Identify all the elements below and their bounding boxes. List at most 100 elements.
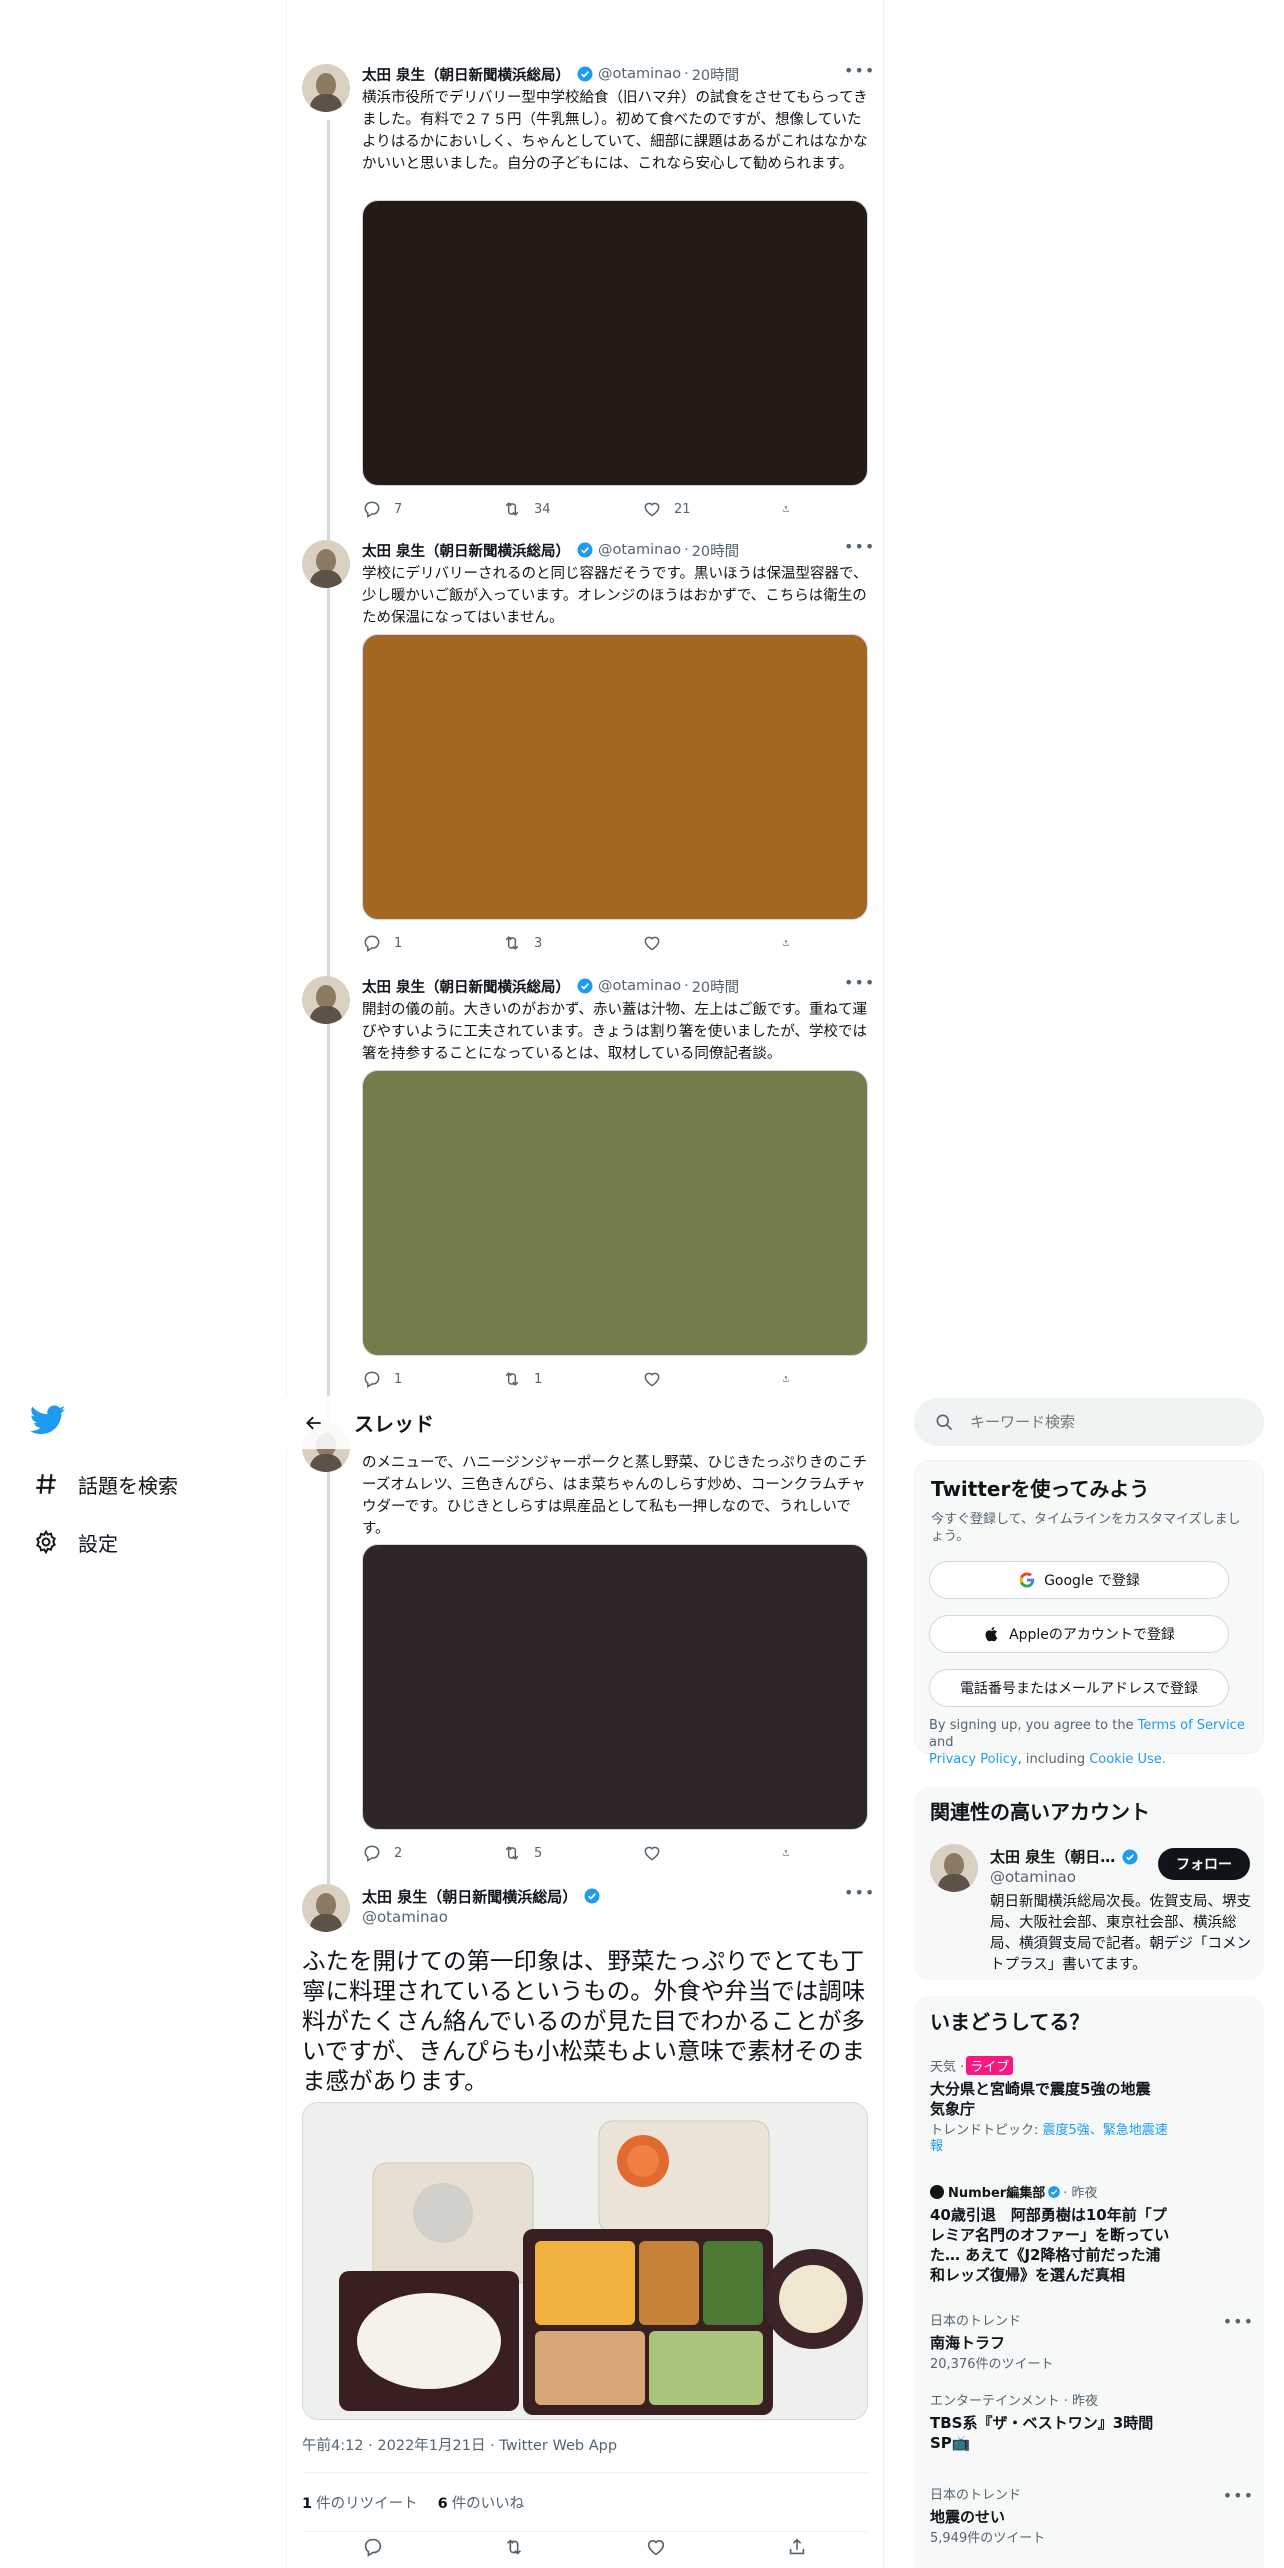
tweet-text: 開封の儀の前。大きいのがおかず、赤い蓋は汁物、左上はご飯です。重ねて運びやすいよ… xyxy=(362,1002,868,1062)
avatar[interactable] xyxy=(302,976,350,1024)
avatar[interactable] xyxy=(302,540,350,588)
tweet-media[interactable] xyxy=(362,200,868,486)
heart-icon[interactable] xyxy=(645,2536,667,2558)
trend-item[interactable]: 日本のトレンド 地震のせい 5,949件のツイート xyxy=(930,2484,1250,2547)
bento-photo[interactable] xyxy=(302,2102,868,2420)
left-nav: 話題を検索 設定 xyxy=(0,0,286,2568)
trend-item[interactable]: 天気 · ライブ 大分県と宮崎県で震度5強の地震 気象庁 トレンドトピック: 震… xyxy=(930,2056,1250,2155)
apple-signup-button[interactable]: Appleのアカウントで登録 xyxy=(929,1615,1229,1653)
retweet-stat[interactable]: 1 件のリツイート xyxy=(302,2492,418,2513)
search-input[interactable] xyxy=(970,1413,1230,1431)
nav-settings[interactable]: 設定 xyxy=(30,1520,118,1564)
thread-tweet[interactable]: 太田 泉生（朝日新聞横浜総局） @otaminao · 20時間 ••• 横浜市… xyxy=(302,63,874,524)
tweet-media[interactable] xyxy=(362,1070,868,1356)
reply-icon xyxy=(364,501,380,518)
reply-button[interactable]: 7 xyxy=(362,498,502,520)
avatar[interactable] xyxy=(302,1884,350,1932)
trend-item[interactable]: Number編集部 · 昨夜 40歳引退 阿部勇樹は10年前「プレミア名門のオフ… xyxy=(930,2182,1250,2285)
nav-explore[interactable]: 話題を検索 xyxy=(30,1462,178,1506)
tweet-time[interactable]: 20時間 xyxy=(692,976,739,997)
avatar[interactable] xyxy=(302,64,350,112)
heart-icon xyxy=(644,936,660,951)
like-button[interactable] xyxy=(642,932,782,954)
reply-count: 1 xyxy=(394,1371,403,1387)
more-icon[interactable]: ••• xyxy=(1223,2312,1254,2331)
cookie-link[interactable]: Cookie Use. xyxy=(1089,1752,1166,1767)
retweet-icon[interactable] xyxy=(503,2536,525,2558)
reply-button[interactable]: 2 xyxy=(362,1842,502,1864)
follow-button[interactable]: フォロー xyxy=(1158,1848,1250,1880)
like-stat[interactable]: 6 件のいいね xyxy=(438,2492,525,2513)
author-name[interactable]: 太田 泉生（朝日新聞横浜総局） xyxy=(362,1886,577,1907)
retweet-button[interactable]: 3 xyxy=(502,932,642,954)
author-handle[interactable]: @otaminao xyxy=(598,66,681,82)
related-name[interactable]: 太田 泉生（朝日… xyxy=(990,1846,1143,1867)
share-button[interactable] xyxy=(782,1368,802,1390)
retweet-icon xyxy=(505,1372,519,1386)
nav-settings-label: 設定 xyxy=(78,1531,118,1556)
reply-button[interactable]: 1 xyxy=(362,932,502,954)
retweet-icon xyxy=(505,936,519,950)
tweet-text: 横浜市役所でデリバリー型中学校給食（旧ハマ弁）の試食をさせてもらってきました。有… xyxy=(362,90,868,172)
author-name[interactable]: 太田 泉生（朝日新聞横浜総局） xyxy=(362,64,570,85)
author-handle[interactable]: @otaminao xyxy=(598,542,681,558)
tweet-text: のメニューで、ハニージンジャーポークと蒸し野菜、ひじきたっぷりきのこチーズオムレ… xyxy=(362,1455,868,1537)
phone-signup-button[interactable]: 電話番号またはメールアドレスで登録 xyxy=(929,1669,1229,1707)
like-button[interactable] xyxy=(642,1842,782,1864)
trend-item[interactable]: 日本のトレンド 南海トラフ 20,376件のツイート xyxy=(930,2310,1250,2373)
more-icon[interactable]: ••• xyxy=(844,1885,874,1906)
avatar[interactable] xyxy=(930,1844,978,1892)
heart-icon xyxy=(644,1372,660,1387)
retweet-count: 3 xyxy=(534,935,543,951)
reply-button[interactable]: 1 xyxy=(362,1368,502,1390)
author-name[interactable]: 太田 泉生（朝日新聞横浜総局） xyxy=(362,540,570,561)
news-logo-icon xyxy=(930,2184,944,2199)
trend-item[interactable]: エンターテインメント · 昨夜 TBS系『ザ・ベストワン』3時間SP📺 xyxy=(930,2390,1250,2453)
main-tweet-header: 太田 泉生（朝日新聞横浜総局） @otaminao ••• xyxy=(302,1884,874,1944)
tweet-time[interactable]: 20時間 xyxy=(692,540,739,561)
reply-icon[interactable] xyxy=(362,2536,384,2558)
reply-count: 7 xyxy=(394,501,403,517)
verified-badge-icon xyxy=(577,542,593,558)
tweet-meta: 午前4:12 · 2022年1月21日 · Twitter Web App xyxy=(302,2438,618,2454)
share-button[interactable] xyxy=(782,1842,802,1864)
google-signup-button[interactable]: Google で登録 xyxy=(929,1561,1229,1599)
share-icon[interactable] xyxy=(786,2536,808,2558)
tweet-actions: 7 34 21 xyxy=(362,498,802,520)
tweet-actions: 1 1 xyxy=(362,1368,802,1390)
terms-link[interactable]: Terms of Service xyxy=(1138,1718,1245,1733)
share-button[interactable] xyxy=(782,498,802,520)
twitter-logo-icon[interactable] xyxy=(29,1402,70,1442)
tweet-time[interactable]: 20時間 xyxy=(692,64,739,85)
author-handle[interactable]: @otaminao xyxy=(362,1908,448,1926)
thread-tweet[interactable]: 太田 泉生（朝日新聞横浜総局） @otaminao · 20時間 ••• 学校に… xyxy=(302,539,874,960)
author-handle[interactable]: @otaminao xyxy=(598,978,681,994)
verified-badge-icon xyxy=(584,1888,600,1904)
verified-badge-icon xyxy=(1122,1849,1138,1864)
retweet-button[interactable]: 34 xyxy=(502,498,642,520)
tweet-stats: 1 件のリツイート 6 件のいいね xyxy=(302,2472,868,2532)
like-button[interactable] xyxy=(642,1368,782,1390)
retweet-count: 1 xyxy=(534,1371,543,1387)
related-handle[interactable]: @otaminao xyxy=(990,1868,1076,1886)
search-box[interactable] xyxy=(914,1398,1264,1446)
share-button[interactable] xyxy=(782,932,802,954)
thread-tweet[interactable]: のメニューで、ハニージンジャーポークと蒸し野菜、ひじきたっぷりきのこチーズオムレ… xyxy=(302,1424,868,1868)
like-button[interactable]: 21 xyxy=(642,498,782,520)
more-icon[interactable]: ••• xyxy=(844,63,874,84)
back-arrow-icon[interactable] xyxy=(296,1405,332,1441)
more-icon[interactable]: ••• xyxy=(844,975,874,996)
tweet-media[interactable] xyxy=(362,1544,868,1830)
tweet-media[interactable] xyxy=(362,634,868,920)
retweet-button[interactable]: 5 xyxy=(502,1842,642,1864)
heart-icon xyxy=(644,1846,660,1861)
retweet-button[interactable]: 1 xyxy=(502,1368,642,1390)
more-icon[interactable]: ••• xyxy=(844,539,874,560)
tweet-actions: 2 5 xyxy=(362,1842,802,1864)
privacy-link[interactable]: Privacy Policy xyxy=(929,1752,1018,1767)
thread-tweet[interactable]: 太田 泉生（朝日新聞横浜総局） @otaminao · 20時間 ••• 開封の… xyxy=(302,975,874,1396)
heart-icon xyxy=(644,502,660,517)
more-icon[interactable]: ••• xyxy=(1223,2486,1254,2505)
author-name[interactable]: 太田 泉生（朝日新聞横浜総局） xyxy=(362,976,570,997)
share-icon xyxy=(783,1375,789,1382)
